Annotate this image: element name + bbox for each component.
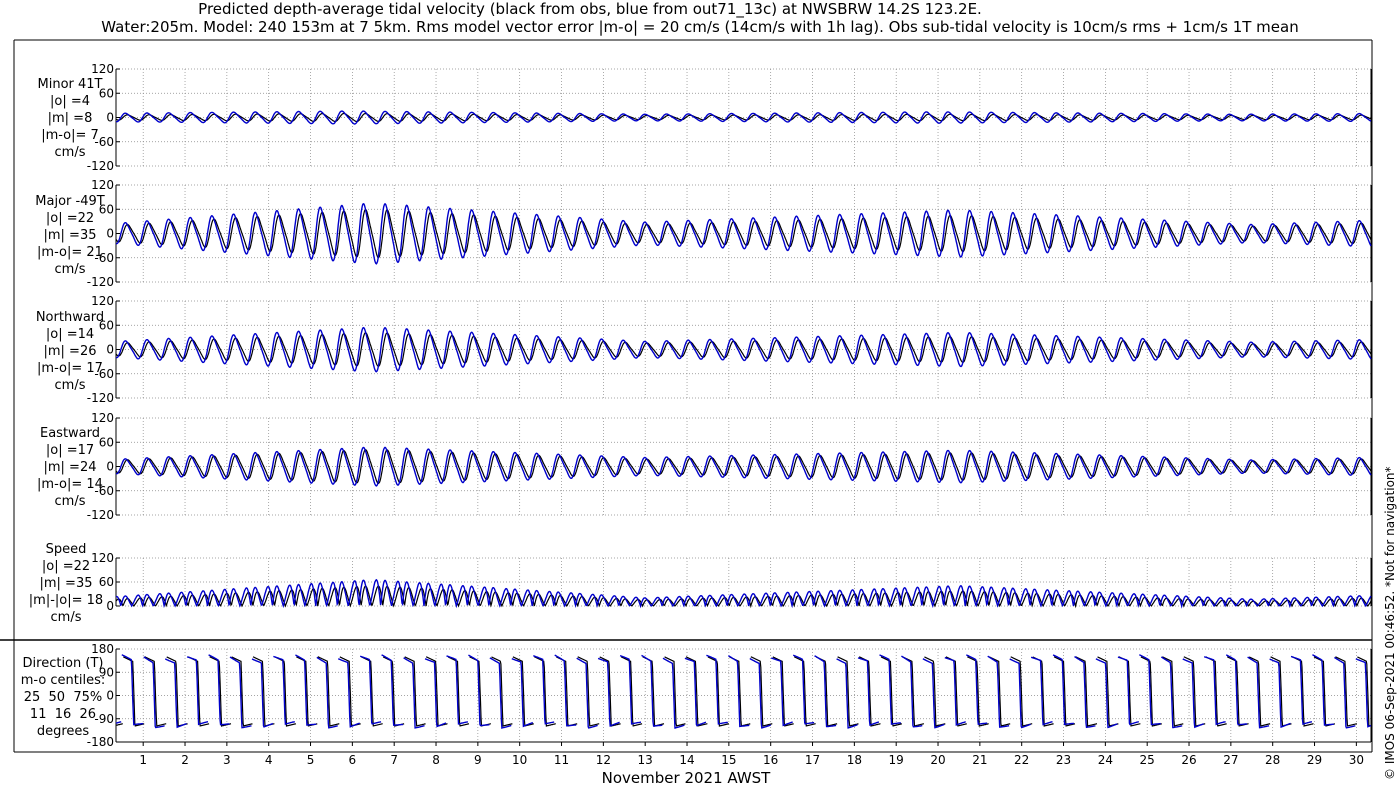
- y-tick-label: 120: [91, 411, 114, 425]
- y-tick-label: 0: [106, 599, 114, 613]
- credit-text: © IMOS 06-Sep-2021 00:46:52. *Not for na…: [1383, 466, 1397, 780]
- y-tick-label: 90: [99, 665, 114, 679]
- y-tick-label: -60: [94, 484, 114, 498]
- x-tick-label: 13: [638, 753, 653, 767]
- x-tick-label: 8: [432, 753, 440, 767]
- x-tick-label: 9: [474, 753, 482, 767]
- y-tick-label: 60: [99, 435, 114, 449]
- x-tick-label: 3: [223, 753, 231, 767]
- y-tick-label: 0: [106, 227, 114, 241]
- y-tick-label: -180: [87, 735, 114, 749]
- x-tick-label: 22: [1014, 753, 1029, 767]
- x-tick-label: 20: [930, 753, 945, 767]
- x-tick-label: 16: [763, 753, 778, 767]
- y-tick-label: 120: [91, 62, 114, 76]
- x-tick-label: 6: [349, 753, 357, 767]
- y-tick-label: -60: [94, 135, 114, 149]
- y-tick-label: 120: [91, 178, 114, 192]
- y-tick-label: 180: [91, 642, 114, 656]
- x-tick-label: 15: [721, 753, 736, 767]
- y-tick-label: -120: [87, 275, 114, 289]
- y-tick-label: -60: [94, 251, 114, 265]
- x-tick-label: 21: [972, 753, 987, 767]
- x-tick-label: 30: [1349, 753, 1364, 767]
- x-axis-label: November 2021 AWST: [601, 769, 771, 787]
- x-tick-label: 4: [265, 753, 273, 767]
- x-tick-label: 28: [1265, 753, 1280, 767]
- x-tick-label: 25: [1140, 753, 1155, 767]
- x-tick-label: 17: [805, 753, 820, 767]
- x-tick-label: 7: [390, 753, 398, 767]
- series-line-model: [115, 578, 1372, 609]
- y-tick-label: 0: [106, 460, 114, 474]
- y-tick-label: -120: [87, 508, 114, 522]
- y-tick-label: 0: [106, 689, 114, 703]
- y-tick-label: 0: [106, 343, 114, 357]
- y-tick-label: 120: [91, 294, 114, 308]
- x-tick-label: 23: [1056, 753, 1071, 767]
- x-tick-label: 14: [679, 753, 694, 767]
- x-tick-label: 18: [847, 753, 862, 767]
- y-tick-label: 60: [99, 575, 114, 589]
- x-tick-label: 1: [139, 753, 147, 767]
- x-tick-label: 12: [596, 753, 611, 767]
- y-tick-label: 60: [99, 202, 114, 216]
- x-tick-label: 29: [1307, 753, 1322, 767]
- y-tick-label: 60: [99, 318, 114, 332]
- x-tick-label: 10: [512, 753, 527, 767]
- x-tick-label: 24: [1098, 753, 1113, 767]
- y-tick-label: 60: [99, 86, 114, 100]
- x-tick-label: 2: [181, 753, 189, 767]
- y-tick-label: -120: [87, 159, 114, 173]
- series-line-model: [115, 654, 1372, 730]
- x-tick-label: 26: [1181, 753, 1196, 767]
- tidal-velocity-chart: 120600-60-120120600-60-120120600-60-1201…: [0, 39, 1373, 767]
- y-tick-label: 120: [91, 551, 114, 565]
- x-tick-label: 11: [554, 753, 569, 767]
- x-tick-label: 5: [307, 753, 315, 767]
- y-tick-label: -120: [87, 391, 114, 405]
- x-tick-label: 27: [1223, 753, 1238, 767]
- x-tick-label: 19: [889, 753, 904, 767]
- y-tick-label: -90: [94, 712, 114, 726]
- y-tick-label: 0: [106, 111, 114, 125]
- y-tick-label: -60: [94, 367, 114, 381]
